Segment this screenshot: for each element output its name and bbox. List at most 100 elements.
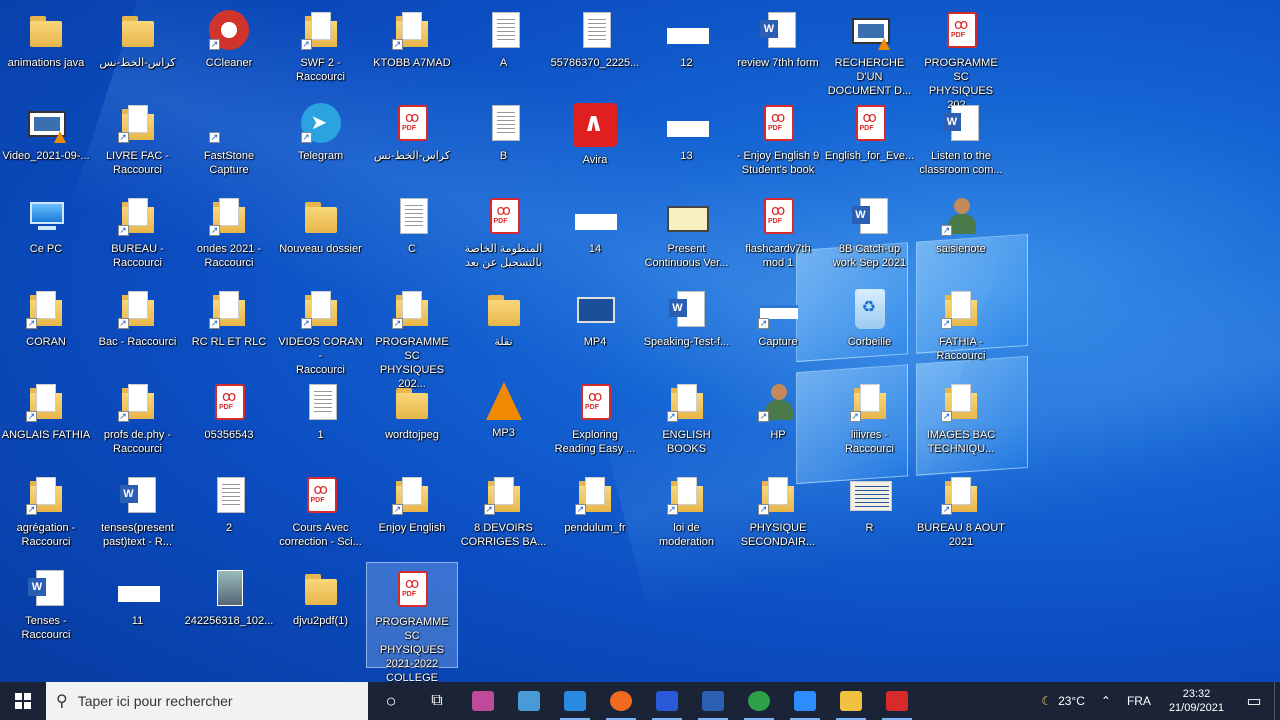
desktop-icon[interactable]: ꝏ PDF 05356543: [183, 376, 275, 468]
desktop-icon[interactable]: Avira: [549, 97, 641, 189]
desktop-icon[interactable]: ꝏ PDF المنظومة الخاصة بالتسجيل عن بعد: [458, 190, 550, 282]
desktop-icon[interactable]: ↗ ENGLISH BOOKS: [641, 376, 733, 468]
desktop-icon[interactable]: W 8B Catch-up work Sep 2021: [824, 190, 916, 282]
desktop[interactable]: animations java كراس-الخط-نس ↗ CCleaner ↗ SWF…: [0, 0, 1280, 682]
computer-icon: [26, 196, 66, 236]
desktop-icon-label: RC RL ET RLC: [191, 336, 267, 348]
desktop-icon[interactable]: 2: [183, 469, 275, 561]
desktop-icon[interactable]: ↗ RC RL ET RLC: [183, 283, 275, 375]
desktop-icon[interactable]: ↗ PHYSIQUE SECONDAIR...: [732, 469, 824, 561]
desktop-icon[interactable]: Video_2021-09-...: [0, 97, 92, 189]
desktop-icon[interactable]: R: [824, 469, 916, 561]
taskbar-app-chrome[interactable]: [736, 682, 782, 720]
desktop-icon[interactable]: A: [458, 4, 550, 96]
desktop-icon[interactable]: ↗ Enjoy English: [366, 469, 458, 561]
chevron-up-icon[interactable]: ⌃: [1093, 694, 1119, 708]
desktop-icon[interactable]: ↗ ANGLAIS FATHIA: [0, 376, 92, 468]
clock[interactable]: 23:32 21/09/2021: [1159, 687, 1234, 715]
desktop-icon[interactable]: ↗ SWF 2 - Raccourci: [275, 4, 367, 96]
desktop-icon[interactable]: ꝏ PDF Cours Avec correction - Sci...: [275, 469, 367, 561]
desktop-icon[interactable]: Ce PC: [0, 190, 92, 282]
desktop-icon[interactable]: C: [366, 190, 458, 282]
desktop-icon[interactable]: ↗ profs de.phy - Raccourci: [92, 376, 184, 468]
desktop-icon[interactable]: ↗ BUREAU 8 AOUT 2021: [915, 469, 1007, 561]
taskbar-app-zoom[interactable]: [782, 682, 828, 720]
desktop-icon[interactable]: RECHERCHE D'UN DOCUMENT D...: [824, 4, 916, 97]
desktop-icon[interactable]: ↗ KTOBB A7MAD: [366, 4, 458, 96]
start-button[interactable]: [0, 682, 46, 720]
desktop-icon[interactable]: Present Continuous Ver...: [641, 190, 733, 282]
taskbar-app-mail[interactable]: [552, 682, 598, 720]
desktop-icon[interactable]: ↗ liiivres - Raccourci: [824, 376, 916, 468]
desktop-icon[interactable]: ↗ BUREAU - Raccourci: [92, 190, 184, 282]
folder-icon: ↗: [849, 382, 890, 422]
desktop-icon[interactable]: W Speaking-Test-f...: [641, 283, 733, 375]
desktop-icon[interactable]: ꝏ PDF Exploring Reading Easy ...: [549, 376, 641, 468]
desktop-icon[interactable]: ꝏ PDF كراس-الخط-نس: [366, 97, 458, 189]
desktop-icon[interactable]: ↗ agrégation - Raccourci: [0, 469, 92, 561]
desktop-icon[interactable]: ↗ VIDEOS CORAN - Raccourci: [275, 283, 367, 376]
desktop-icon[interactable]: ↗ FATHIA - Raccourci: [915, 283, 1007, 375]
desktop-icon[interactable]: ↗ CCleaner: [183, 4, 275, 96]
taskbar-app-file-explorer[interactable]: [828, 682, 874, 720]
taskbar-app-remote-desktop[interactable]: [506, 682, 552, 720]
desktop-icon[interactable]: ↗ Capture: [732, 283, 824, 375]
taskbar-app-winrar[interactable]: [460, 682, 506, 720]
desktop-icon[interactable]: ꝏPDFPROGRAMME SC PHYSIQUES 202...: [915, 4, 1007, 111]
desktop-icon[interactable]: ↗ 8 DEVOIRS CORRIGES BA...: [458, 469, 550, 561]
desktop-icon[interactable]: B: [458, 97, 550, 189]
desktop-icon[interactable]: ↗ HP: [732, 376, 824, 468]
taskbar-app-task-view[interactable]: ○: [368, 682, 414, 720]
desktop-icon[interactable]: ꝏ PDF PROGRAMME SC PHYSIQUES 2021-2022 COL…: [366, 562, 458, 682]
desktop-icon[interactable]: wordtojpeg: [366, 376, 458, 468]
taskbar-app-app-blue[interactable]: [644, 682, 690, 720]
desktop-icon[interactable]: كراس-الخط-نس: [92, 4, 184, 96]
desktop-icon[interactable]: W Tenses - Raccourci: [0, 562, 92, 654]
desktop-icon[interactable]: ↗ PROGRAMME SC PHYSIQUES 202...: [366, 283, 458, 390]
desktop-icon[interactable]: Nouveau dossier: [275, 190, 367, 282]
show-desktop-button[interactable]: [1274, 682, 1280, 720]
desktop-icon[interactable]: 55786370_2225...: [549, 4, 641, 96]
desktop-icon[interactable]: ↗ IMAGES BAC TECHNIQU...: [915, 376, 1007, 468]
desktop-icon[interactable]: ↗ CORAN: [0, 283, 92, 375]
desktop-icon[interactable]: ↗ pendulum_fr: [549, 469, 641, 561]
desktop-icon[interactable]: ↗ loi de moderation: [641, 469, 733, 561]
taskbar-app-acrobat[interactable]: [874, 682, 920, 720]
desktop-icon[interactable]: ꝏ PDF flashcardv7th mod 1: [732, 190, 824, 282]
shortcut-arrow-icon: ↗: [26, 318, 37, 329]
desktop-icon[interactable]: ꝏ PDF - Enjoy English 9 Student's book: [732, 97, 824, 189]
pdf-icon: ꝏ PDF: [209, 382, 249, 422]
desktop-icon[interactable]: 11: [92, 562, 184, 654]
desktop-icon[interactable]: 12: [641, 4, 733, 96]
desktop-icon[interactable]: W Listen to the classroom com...: [915, 97, 1007, 189]
desktop-icon[interactable]: ↗ FastStone Capture: [183, 97, 275, 189]
desktop-icon[interactable]: ↗ LIVRE FAC - Raccourci: [92, 97, 184, 189]
desktop-icon[interactable]: ↗ ondes 2021 - Raccourci: [183, 190, 275, 282]
desktop-icon[interactable]: 13: [641, 97, 733, 189]
desktop-icon[interactable]: ꝏ PDF English_for_Eve...: [824, 97, 916, 189]
desktop-icon[interactable]: animations java: [0, 4, 92, 96]
desktop-icon[interactable]: 242256318_102...: [183, 562, 275, 654]
desktop-icon[interactable]: ↗ saisienote: [915, 190, 1007, 282]
desktop-icon[interactable]: 1: [275, 376, 367, 468]
desktop-icon[interactable]: 14: [549, 190, 641, 282]
desktop-icon[interactable]: نقلة: [458, 283, 550, 375]
desktop-icon[interactable]: MP4: [549, 283, 641, 375]
search-input[interactable]: ⚲ Taper ici pour rechercher: [46, 682, 368, 720]
language-indicator[interactable]: FRA: [1119, 694, 1159, 708]
desktop-icon[interactable]: Wtenses(present past)text - R...: [92, 469, 184, 561]
taskbar-app-firefox[interactable]: [598, 682, 644, 720]
desktop-icon[interactable]: Wreview 7thh form: [732, 4, 824, 96]
folder-icon: ↗: [300, 10, 341, 50]
desktop-icon[interactable]: Corbeille: [824, 283, 916, 375]
desktop-icon[interactable]: ↗ Bac - Raccourci: [92, 283, 184, 375]
desktop-icon[interactable]: djvu2pdf(1): [275, 562, 367, 654]
taskbar-app-multitask[interactable]: ⧉: [414, 682, 460, 720]
weather-widget[interactable]: ☾ 23°C: [1033, 694, 1093, 708]
notification-icon[interactable]: ▭: [1234, 691, 1274, 711]
shortcut-arrow-icon: ↗: [758, 411, 769, 422]
desktop-icon[interactable]: ↗ Telegram: [275, 97, 367, 189]
taskbar-app-word[interactable]: [690, 682, 736, 720]
folder-icon: ↗: [209, 196, 249, 236]
desktop-icon[interactable]: MP3: [458, 376, 550, 468]
